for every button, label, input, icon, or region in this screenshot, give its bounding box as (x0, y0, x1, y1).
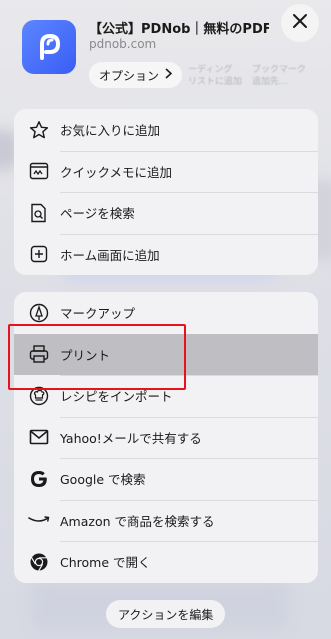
star-icon (28, 119, 50, 141)
item-label: Yahoo!メールで共有する (60, 430, 202, 446)
find-on-page-icon (28, 202, 50, 224)
options-label: オプション (99, 68, 160, 83)
chrome-icon (28, 551, 50, 573)
item-label: ホーム画面に追加 (60, 247, 160, 263)
edit-actions-label: アクションを編集 (118, 607, 214, 622)
bg-bookmark-text: ブックマーク 追加先... (252, 65, 307, 87)
bg-reading-list-text: ーディング リストに追加 (188, 65, 243, 87)
print-highlight-box (8, 324, 186, 390)
item-label: ページを検索 (60, 206, 135, 222)
google-search-item[interactable]: Google で検索 (14, 458, 318, 500)
add-to-home-screen-item[interactable]: ホーム画面に追加 (14, 233, 318, 276)
add-to-quick-note-item[interactable]: クイックメモに追加 (14, 150, 318, 193)
site-title: 【公式】PDNob｜無料のPDF編… (89, 22, 269, 37)
add-to-favorites-item[interactable]: お気に入りに追加 (14, 109, 318, 151)
add-square-icon (28, 243, 50, 265)
close-button[interactable] (281, 4, 319, 42)
action-group-1: お気に入りに追加 クイックメモに追加 ページを検索 ホーム画面に追加 (14, 109, 318, 275)
options-button[interactable]: オプション (89, 62, 183, 88)
pdnob-app-icon (22, 20, 76, 74)
item-label: Amazon で商品を検索する (60, 513, 215, 529)
amazon-icon (28, 509, 50, 531)
close-icon (292, 13, 308, 33)
share-yahoo-mail-item[interactable]: Yahoo!メールで共有する (14, 416, 318, 459)
edit-actions-button[interactable]: アクションを編集 (106, 600, 226, 628)
google-icon (28, 468, 50, 490)
item-label: マークアップ (60, 306, 136, 322)
item-label: お気に入りに追加 (60, 123, 161, 139)
site-url: pdnob.com (89, 37, 157, 51)
amazon-search-item[interactable]: Amazon で商品を検索する (14, 499, 318, 542)
envelope-icon (28, 426, 50, 448)
chevron-right-icon (165, 68, 173, 82)
find-on-page-item[interactable]: ページを検索 (14, 192, 318, 234)
markup-pen-icon (28, 302, 50, 324)
item-label: Chrome で開く (60, 555, 151, 571)
item-label: クイックメモに追加 (60, 164, 173, 180)
item-label: Google で検索 (60, 472, 146, 488)
quick-note-icon (28, 160, 50, 182)
open-in-chrome-item[interactable]: Chrome で開く (14, 541, 318, 583)
